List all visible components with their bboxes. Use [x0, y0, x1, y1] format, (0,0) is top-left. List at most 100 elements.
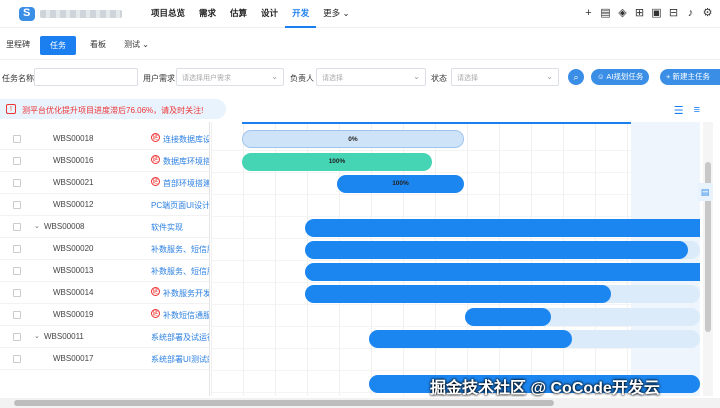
nav-more-label: 更多: [323, 8, 341, 18]
table-row[interactable]: WBS00019 延补数短信通服: [0, 304, 209, 326]
gantt-grid-column: [211, 122, 212, 396]
nav-overview[interactable]: 项目总览: [144, 0, 192, 28]
ai-plan-label: AI规划任务: [606, 72, 644, 81]
gantt-bar-wbs00008[interactable]: [305, 219, 700, 237]
row-name[interactable]: 连接数据库设: [163, 134, 209, 145]
risk-badge: 延: [151, 287, 160, 296]
gantt-bar-wbs00019[interactable]: [465, 308, 551, 326]
plus-icon[interactable]: +: [582, 6, 595, 19]
top-bar: 项目总览 需求 估算 设计 开发 更多 ⌄ + ▤ ◈ ⊞ ▣ ⊟ ♪ ⚙: [0, 0, 720, 28]
tab-milestone[interactable]: 里程碑: [6, 39, 30, 50]
gantt-bar-wbs00020[interactable]: [305, 241, 688, 259]
row-code: WBS00020: [53, 244, 94, 253]
table-row[interactable]: ⌄ WBS00011 系统部署及试运行: [0, 326, 209, 348]
gantt-bar-wbs00011[interactable]: [369, 330, 572, 348]
status-label: 状态: [431, 74, 447, 83]
row-checkbox[interactable]: [13, 245, 21, 253]
table-row[interactable]: WBS00013 补数服务、短信服: [0, 260, 209, 282]
tab-board[interactable]: 看板: [90, 39, 106, 50]
horizontal-scrollbar[interactable]: [0, 398, 720, 408]
vertical-scrollbar[interactable]: [703, 122, 713, 396]
row-name[interactable]: 系统部署UI测试的: [151, 354, 209, 365]
app-logo[interactable]: [19, 7, 35, 21]
gantt-bar-wbs00016[interactable]: 100%: [242, 153, 432, 171]
status-select[interactable]: 请选择 ⌄: [451, 68, 559, 86]
side-panel-toggle[interactable]: ▤: [697, 183, 713, 201]
chevron-down-icon[interactable]: ⌄: [34, 222, 40, 230]
row-checkbox[interactable]: [13, 135, 21, 143]
tab-test[interactable]: 测试 ⌄: [124, 39, 149, 50]
folder-icon[interactable]: ▣: [650, 6, 663, 19]
nav-develop[interactable]: 开发: [285, 0, 317, 28]
gantt-bar-wbs00021[interactable]: 100%: [337, 175, 464, 193]
nav-estimate[interactable]: 估算: [223, 0, 254, 28]
chevron-down-icon: ⌄: [342, 8, 350, 18]
watermark: 掘金技术社区 @ CoCode开发云: [430, 380, 660, 397]
row-name[interactable]: 数据库环境搭: [163, 156, 209, 167]
layers-icon[interactable]: ◈: [616, 6, 629, 19]
document-icon[interactable]: ▤: [599, 6, 612, 19]
tab-task[interactable]: 任务: [40, 36, 76, 55]
owner-label: 负责人: [290, 74, 314, 83]
row-code: WBS00013: [53, 266, 94, 275]
gantt-view-icon[interactable]: ≡: [694, 104, 700, 117]
table-row[interactable]: WBS00012 PC端页面UI设计: [0, 194, 209, 216]
warning-icon: !: [6, 104, 16, 114]
row-name[interactable]: 补数短信通服: [163, 310, 209, 321]
chevron-down-icon: ⌄: [546, 72, 553, 81]
gantt-grid-column: [467, 122, 468, 396]
table-row[interactable]: WBS00020 补数服务、短信服: [0, 238, 209, 260]
table-row[interactable]: ⌄ WBS00008 软件实现: [0, 216, 209, 238]
table-row[interactable]: WBS00018 延连接数据库设: [0, 128, 209, 150]
gantt-bar-wbs00014[interactable]: [305, 285, 611, 303]
chevron-down-icon: ⌄: [142, 40, 149, 49]
user-req-select[interactable]: 请选择用户需求 ⌄: [176, 68, 284, 86]
row-name[interactable]: 补数服务开发: [163, 288, 209, 299]
row-checkbox[interactable]: [13, 289, 21, 297]
risk-badge: 延: [151, 309, 160, 318]
nav-more[interactable]: 更多 ⌄: [316, 0, 357, 28]
new-task-button[interactable]: + 新建主任务: [660, 69, 720, 85]
ai-plan-button[interactable]: ☺ AI规划任务: [591, 69, 650, 85]
gantt-today-line: [242, 122, 660, 124]
table-row[interactable]: WBS00014 延补数服务开发: [0, 282, 209, 304]
row-name[interactable]: 系统部署及试运行: [151, 332, 209, 343]
row-checkbox[interactable]: [13, 157, 21, 165]
gantt-bar-wbs00018[interactable]: 0%: [242, 130, 464, 148]
row-name[interactable]: 补数服务、短信服: [151, 266, 209, 277]
table-row[interactable]: WBS00021 延首部环境搭建: [0, 172, 209, 194]
delay-alert-text: 测平台优化提升项目进度滞后76.06%，请及时关注!: [22, 106, 204, 115]
row-name[interactable]: 软件实现: [151, 222, 209, 233]
chevron-down-icon[interactable]: ⌄: [34, 332, 40, 340]
list-view-icon[interactable]: ☰: [674, 104, 684, 117]
row-checkbox[interactable]: [13, 201, 21, 209]
row-name[interactable]: PC端页面UI设计: [151, 200, 209, 211]
row-checkbox[interactable]: [13, 311, 21, 319]
user-req-label: 用户需求: [143, 74, 175, 83]
nav-design[interactable]: 设计: [254, 0, 285, 28]
row-checkbox[interactable]: [13, 223, 21, 231]
search-button[interactable]: ⌕: [568, 69, 584, 85]
row-checkbox[interactable]: [13, 355, 21, 363]
table-row[interactable]: WBS00017 系统部署UI测试的: [0, 348, 209, 370]
gantt-bar-wbs00013[interactable]: [305, 263, 700, 281]
grid-icon[interactable]: ⊞: [633, 6, 646, 19]
bell-icon[interactable]: ♪: [684, 6, 697, 19]
gantt-shade: [631, 122, 700, 396]
horizontal-scroll-thumb[interactable]: [14, 400, 554, 406]
status-placeholder: 请选择: [457, 75, 478, 82]
filter-bar: 任务名称 用户需求 请选择用户需求 ⌄ 负责人 请选择 ⌄ 状态 请选择 ⌄ ⌕ ☺ …: [0, 60, 720, 94]
robot-icon: ☺: [597, 72, 605, 81]
owner-select[interactable]: 请选择 ⌄: [316, 68, 426, 86]
row-checkbox[interactable]: [13, 333, 21, 341]
user-req-placeholder: 请选择用户需求: [182, 75, 231, 82]
briefcase-icon[interactable]: ⊟: [667, 6, 680, 19]
settings-icon[interactable]: ⚙: [701, 6, 714, 19]
row-name[interactable]: 首部环境搭建: [163, 178, 209, 189]
table-row[interactable]: WBS00016 延数据库环境搭: [0, 150, 209, 172]
row-name[interactable]: 补数服务、短信服: [151, 244, 209, 255]
nav-requirements[interactable]: 需求: [192, 0, 223, 28]
row-checkbox[interactable]: [13, 179, 21, 187]
task-name-input[interactable]: [34, 68, 138, 86]
row-checkbox[interactable]: [13, 267, 21, 275]
